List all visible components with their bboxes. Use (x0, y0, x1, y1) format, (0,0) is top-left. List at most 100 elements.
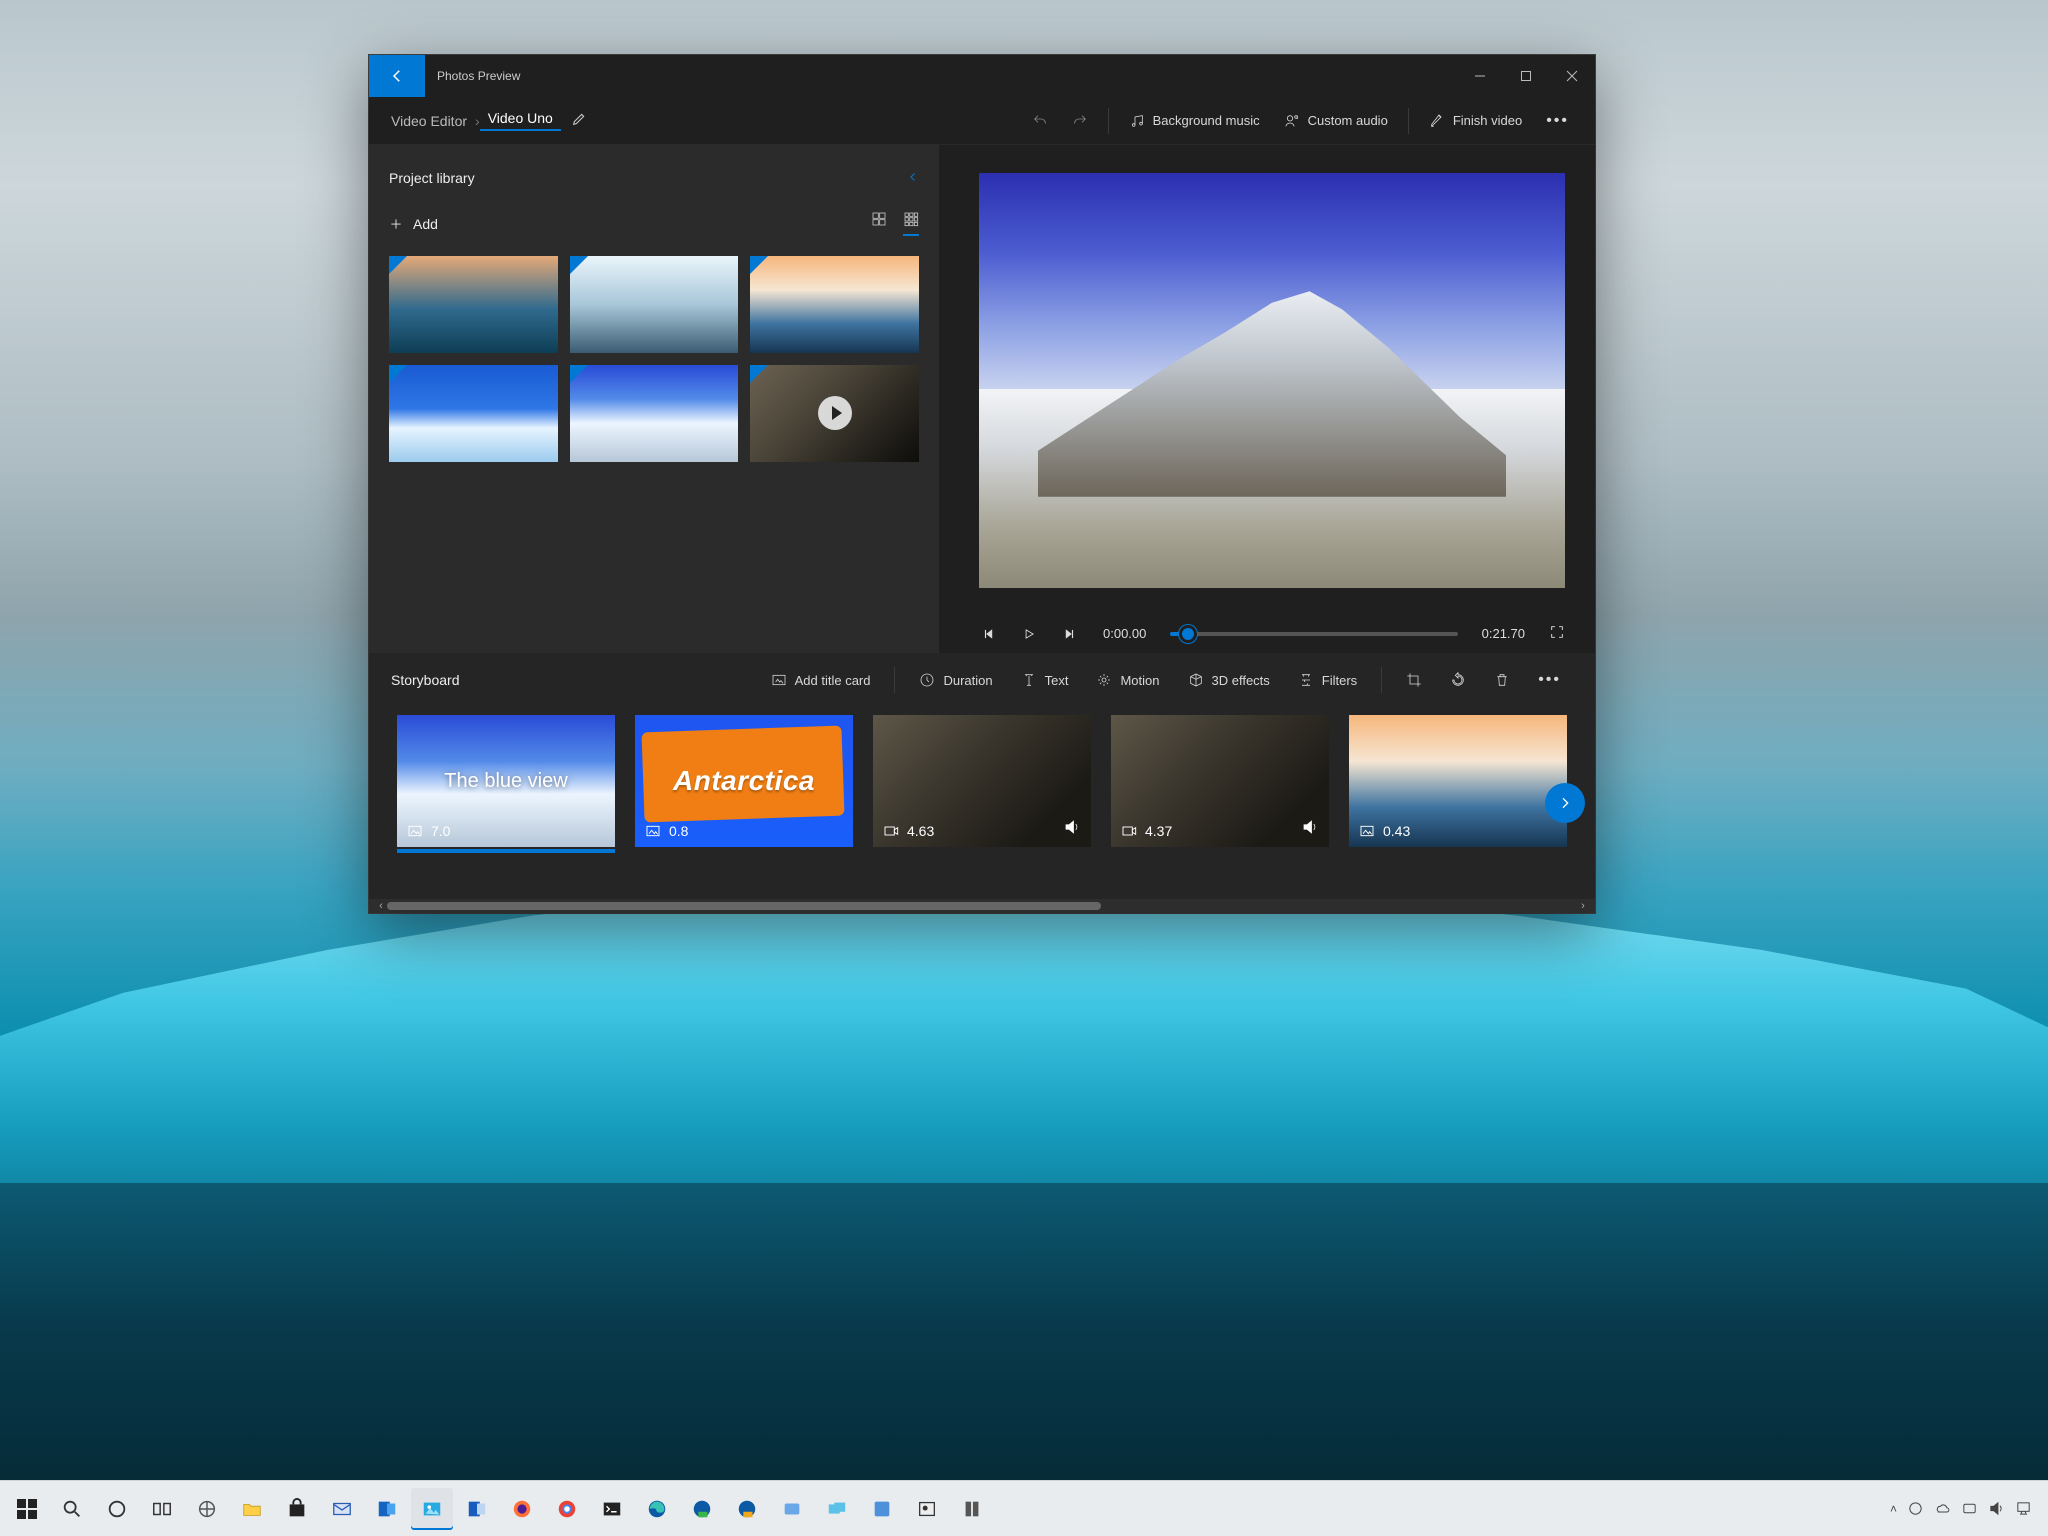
cortana-button[interactable] (96, 1488, 138, 1530)
more-button[interactable]: ••• (1534, 112, 1581, 130)
taskbar-app[interactable] (951, 1488, 993, 1530)
taskbar-app[interactable] (771, 1488, 813, 1530)
storyboard-toolbar: Storyboard Add title card Duration Text … (369, 653, 1595, 707)
undo-button[interactable] (1020, 113, 1060, 129)
library-thumb[interactable] (570, 365, 739, 462)
background-music-label: Background music (1153, 113, 1260, 128)
taskbar: ˄ (0, 1480, 2048, 1536)
tray-overflow-button[interactable]: ˄ (1890, 1502, 1897, 1516)
custom-audio-button[interactable]: Custom audio (1272, 113, 1400, 129)
video-icon (883, 823, 899, 839)
seek-handle[interactable] (1179, 625, 1197, 643)
task-view-button[interactable] (141, 1488, 183, 1530)
collapse-library-button[interactable] (907, 170, 919, 186)
clip-audio-icon (1301, 818, 1319, 839)
motion-button[interactable]: Motion (1084, 672, 1171, 688)
library-thumb[interactable] (570, 256, 739, 353)
used-badge-icon (389, 256, 407, 274)
start-button[interactable] (6, 1488, 48, 1530)
preview-pane: 0:00.00 0:21.70 (939, 145, 1595, 653)
storyboard-clip[interactable]: 0.43 (1349, 715, 1567, 847)
storyboard-clip[interactable]: 4.37 (1111, 715, 1329, 847)
text-button[interactable]: Text (1009, 672, 1081, 688)
next-frame-button[interactable] (1059, 627, 1079, 641)
storyboard-clip[interactable]: The blue view 7.0 (397, 715, 615, 847)
used-badge-icon (570, 365, 588, 383)
search-button[interactable] (51, 1488, 93, 1530)
volume-icon[interactable] (1988, 1500, 2005, 1517)
top-toolbar: Video Editor › Video Uno Background musi… (369, 97, 1595, 145)
app-window: Photos Preview Video Editor › Video Uno … (369, 55, 1595, 913)
toolbar-separator (894, 667, 895, 693)
seek-bar[interactable] (1170, 632, 1457, 636)
add-media-button[interactable]: Add (389, 216, 438, 232)
edge-dev-button[interactable] (681, 1488, 723, 1530)
library-thumb[interactable] (389, 365, 558, 462)
view-large-button[interactable] (871, 211, 887, 236)
rename-icon[interactable] (571, 111, 587, 130)
taskbar-app[interactable] (861, 1488, 903, 1530)
used-badge-icon (750, 365, 768, 383)
scroll-left-icon[interactable]: ‹ (375, 900, 387, 912)
crop-button[interactable] (1394, 672, 1434, 688)
scroll-thumb[interactable] (387, 902, 1101, 910)
storyboard-next-button[interactable] (1545, 783, 1585, 823)
edge-button[interactable] (636, 1488, 678, 1530)
fullscreen-button[interactable] (1549, 624, 1565, 643)
scroll-track[interactable] (387, 902, 1577, 910)
taskbar-app[interactable] (906, 1488, 948, 1530)
tray-icon[interactable] (1961, 1500, 1978, 1517)
library-grid (389, 256, 919, 462)
mail-button[interactable] (321, 1488, 363, 1530)
terminal-button[interactable] (591, 1488, 633, 1530)
library-thumb[interactable] (750, 256, 919, 353)
onedrive-icon[interactable] (1934, 1500, 1951, 1517)
storyboard-clip[interactable]: 4.63 (873, 715, 1091, 847)
library-thumb[interactable] (389, 256, 558, 353)
image-icon (407, 823, 423, 839)
tray-icon[interactable] (1907, 1500, 1924, 1517)
storyboard-scrollbar[interactable]: ‹ › (369, 899, 1595, 913)
action-center-icon[interactable] (2015, 1500, 2032, 1517)
taskbar-app[interactable] (816, 1488, 858, 1530)
background-music-button[interactable]: Background music (1117, 113, 1272, 129)
toolbar-separator (1408, 108, 1409, 134)
library-thumb-video[interactable] (750, 365, 919, 462)
clip-audio-icon (1063, 818, 1081, 839)
back-button[interactable] (369, 55, 425, 97)
3d-effects-button[interactable]: 3D effects (1176, 672, 1282, 688)
edge-canary-button[interactable] (726, 1488, 768, 1530)
firefox-button[interactable] (501, 1488, 543, 1530)
close-button[interactable] (1549, 55, 1595, 97)
outlook-button[interactable] (366, 1488, 408, 1530)
file-explorer-button[interactable] (231, 1488, 273, 1530)
maximize-button[interactable] (1503, 55, 1549, 97)
prev-frame-button[interactable] (979, 627, 999, 641)
preview-canvas[interactable] (979, 173, 1565, 588)
used-badge-icon (570, 256, 588, 274)
finish-video-button[interactable]: Finish video (1417, 113, 1534, 129)
word-button[interactable] (456, 1488, 498, 1530)
storyboard-clip[interactable]: Antarctica 0.8 (635, 715, 853, 847)
delete-button[interactable] (1482, 672, 1522, 688)
scroll-right-icon[interactable]: › (1577, 900, 1589, 912)
toolbar-separator (1108, 108, 1109, 134)
view-small-button[interactable] (903, 211, 919, 236)
rotate-button[interactable] (1438, 672, 1478, 688)
breadcrumb-current[interactable]: Video Uno (480, 110, 561, 131)
minimize-button[interactable] (1457, 55, 1503, 97)
play-button[interactable] (1019, 627, 1039, 641)
duration-button[interactable]: Duration (907, 672, 1004, 688)
add-title-card-button[interactable]: Add title card (759, 672, 883, 688)
add-media-label: Add (413, 216, 438, 232)
storyboard-more-button[interactable]: ••• (1526, 671, 1573, 689)
taskbar-app[interactable] (186, 1488, 228, 1530)
system-tray[interactable]: ˄ (1880, 1500, 2042, 1517)
store-button[interactable] (276, 1488, 318, 1530)
finish-video-label: Finish video (1453, 113, 1522, 128)
photos-button[interactable] (411, 1488, 453, 1530)
filters-button[interactable]: Filters (1286, 672, 1369, 688)
breadcrumb-root[interactable]: Video Editor (383, 113, 475, 129)
chrome-button[interactable] (546, 1488, 588, 1530)
redo-button[interactable] (1060, 113, 1100, 129)
